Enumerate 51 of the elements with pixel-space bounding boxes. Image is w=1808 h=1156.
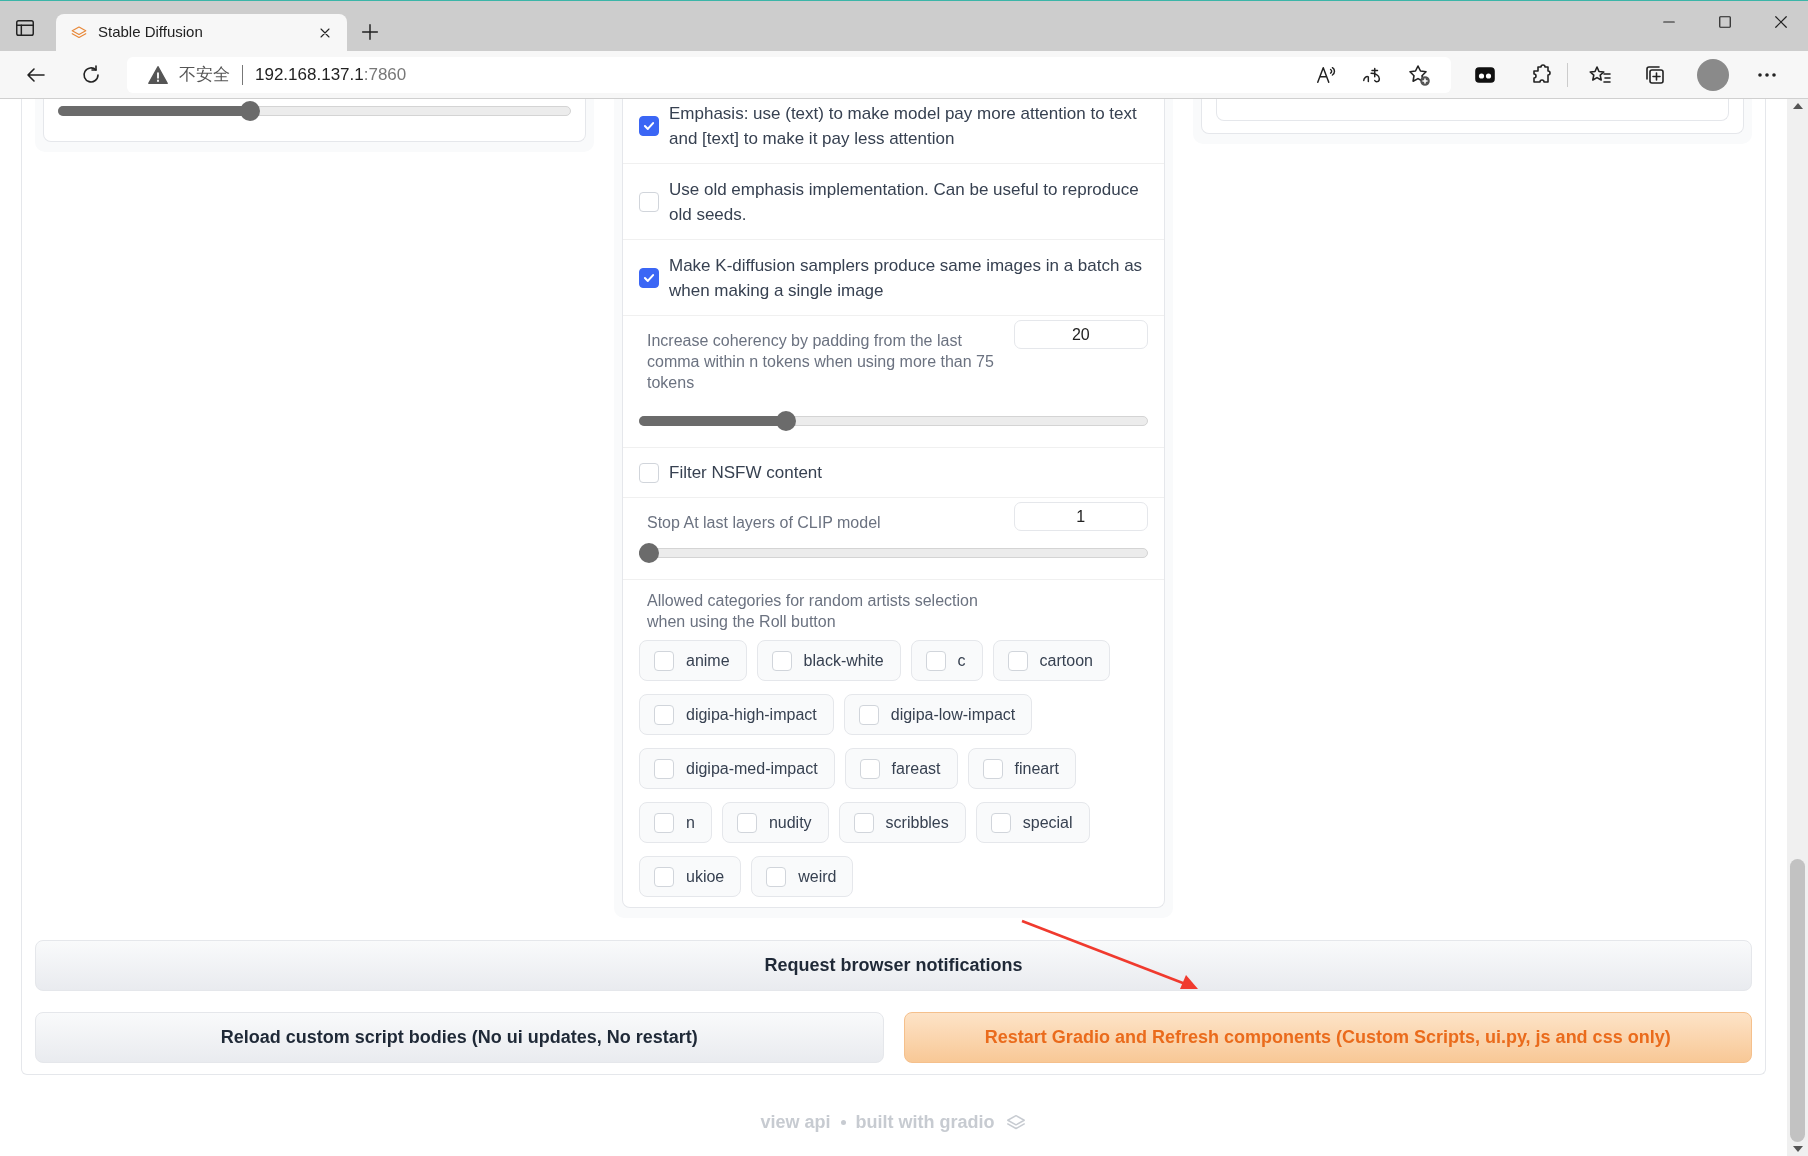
check-icon [642, 119, 656, 133]
avatar-icon[interactable] [1697, 58, 1729, 91]
checkbox-option[interactable]: cartoon [992, 640, 1110, 681]
checkbox-label[interactable]: Emphasis: use (text) to make model pay more attention to text and [text] to make it pay less attention [639, 101, 1148, 151]
slider[interactable] [58, 101, 571, 121]
checkbox[interactable] [639, 116, 659, 136]
checkbox-option[interactable]: ukioe [639, 856, 742, 897]
number-field[interactable]: 1 [1013, 502, 1148, 531]
plus-icon[interactable] [359, 21, 381, 43]
checkbox[interactable] [639, 267, 659, 288]
security-label: 不安全 [179, 63, 230, 86]
slider[interactable] [639, 543, 1148, 563]
slider-thumb[interactable] [775, 411, 796, 431]
checkbox-option[interactable]: digipa-med-impact [639, 748, 835, 789]
secondary-button[interactable]: Reload custom script bodies (No ui updates, No restart) [35, 1012, 884, 1063]
number-field[interactable]: 20 [1013, 320, 1148, 349]
warning-icon [147, 63, 169, 86]
address-field[interactable]: 不安全 192.168.137.1:7860 [127, 56, 1451, 93]
maximize-icon[interactable] [1716, 13, 1734, 31]
checkbox-option[interactable]: fineart [967, 748, 1076, 789]
slider-thumb[interactable] [639, 543, 659, 563]
checkbox-option[interactable]: nudity [721, 802, 829, 843]
checkbox-option[interactable]: digipa-high-impact [639, 694, 834, 735]
checkbox-option[interactable]: weird [751, 856, 854, 897]
secondary-button[interactable]: Request browser notifications [35, 940, 1752, 991]
close-icon[interactable] [1772, 13, 1790, 31]
input-field[interactable] [1216, 99, 1729, 121]
checkbox-option[interactable]: scribbles [838, 802, 966, 843]
checkbox-option[interactable]: black-white [756, 640, 901, 681]
checkbox-option[interactable]: n [639, 802, 712, 843]
checkbox-option[interactable]: fareast [844, 748, 958, 789]
checkbox-label[interactable]: Make K-diffusion samplers produce same images in a batch as when making a single image [639, 252, 1148, 303]
checkbox-option[interactable]: anime [639, 640, 747, 681]
setting-label: Allowed categories for random artists selection when using the Roll button [646, 591, 979, 632]
star-add-icon[interactable] [1407, 62, 1431, 87]
slider-thumb[interactable] [240, 101, 261, 121]
scroll-down-arrow[interactable] [1792, 1146, 1803, 1152]
checkbox-label[interactable]: Filter NSFW content [639, 460, 823, 485]
setting-label: Increase coherency by padding from the last comma within n tokens when using more than 75 tokens [646, 331, 995, 393]
url-text: 192.168.137.1:7860 [255, 63, 407, 86]
scroll-up-arrow[interactable] [1792, 103, 1803, 109]
slider[interactable] [639, 411, 1148, 431]
checkbox-option[interactable]: c [910, 640, 983, 681]
browser-tab[interactable]: Stable Diffusion [56, 14, 347, 51]
sidebar-icon[interactable] [14, 17, 36, 39]
setting-label: Stop At last layers of CLIP model [646, 513, 882, 533]
tab-title: Stable Diffusion [98, 22, 204, 43]
scrollbar-thumb[interactable] [1790, 859, 1805, 1142]
checkbox-option[interactable]: digipa-low-impact [843, 694, 1033, 735]
checkbox-label[interactable]: Use old emphasis implementation. Can be useful to reproduce old seeds. [639, 176, 1148, 227]
checkbox-option[interactable]: special [975, 802, 1090, 843]
